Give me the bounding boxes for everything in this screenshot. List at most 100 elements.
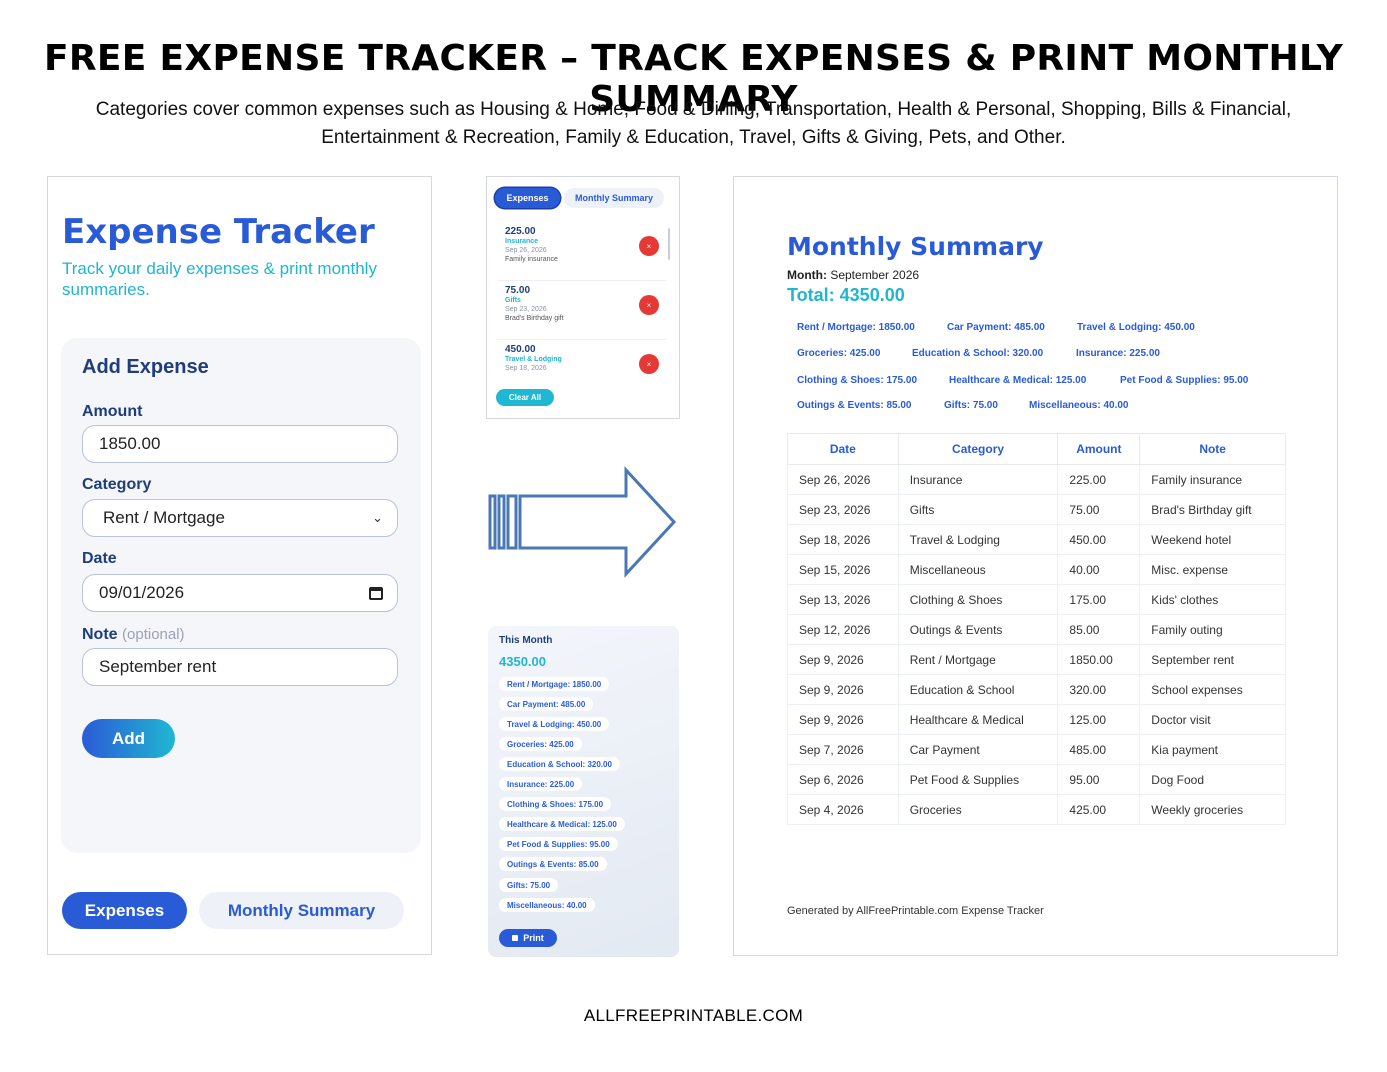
category-chip: Gifts: 75.00 [499, 878, 559, 892]
summary-category: Miscellaneous: 40.00 [1029, 400, 1129, 411]
item-date: Sep 18, 2026 [505, 365, 547, 372]
cell-amount: 225.00 [1057, 464, 1141, 495]
table-header-row: Date Category Amount Note [787, 433, 1286, 465]
column-header: Date [787, 433, 899, 465]
cell-category: Insurance [897, 464, 1059, 495]
table-row: Sep 15, 2026 Miscellaneous 40.00 Misc. expe… [787, 554, 1286, 585]
column-header: Amount [1057, 433, 1141, 465]
cell-category: Education & School [897, 674, 1059, 705]
list-item: 75.00 Gifts Sep 23, 2026 Brad's Birthday… [497, 285, 667, 340]
cell-amount: 125.00 [1057, 704, 1141, 735]
cell-note: Kia payment [1139, 734, 1286, 765]
category-label: Category [82, 476, 152, 493]
note-label-text: Note [82, 626, 118, 643]
close-icon: × [646, 241, 652, 251]
page-subtitle: Categories cover common expenses such as… [95, 99, 1292, 148]
table-row: Sep 12, 2026 Outings & Events 85.00 Family … [787, 614, 1286, 645]
cell-amount: 40.00 [1057, 554, 1141, 585]
cell-amount: 320.00 [1057, 674, 1141, 705]
table-row: Sep 9, 2026 Rent / Mortgage 1850.00 Septemb… [787, 644, 1286, 675]
note-optional-hint: (optional) [122, 626, 185, 643]
note-value: September rent [99, 657, 217, 676]
cell-amount: 485.00 [1057, 734, 1141, 765]
cell-category: Healthcare & Medical [897, 704, 1059, 735]
cell-note: Family outing [1139, 614, 1286, 645]
cell-date: Sep 7, 2026 [787, 734, 899, 765]
cell-date: Sep 9, 2026 [787, 704, 899, 735]
note-input[interactable]: September rent [82, 648, 398, 686]
category-chip: Healthcare & Medical: 125.00 [499, 817, 625, 831]
item-note: Brad's Birthday gift [505, 315, 564, 322]
list-item: 450.00 Travel & Lodging Sep 18, 2026 × [497, 344, 667, 376]
cell-category: Groceries [897, 794, 1059, 825]
app-title: Expense Tracker [62, 212, 375, 252]
category-chip: Education & School: 320.00 [499, 757, 620, 771]
category-chip: Insurance: 225.00 [499, 777, 583, 791]
this-month-title: This Month [499, 635, 553, 646]
summary-month-value: September 2026 [830, 268, 920, 282]
cell-date: Sep 26, 2026 [787, 464, 899, 495]
delete-button[interactable]: × [639, 236, 659, 256]
tab-monthly-summary[interactable]: Monthly Summary [199, 892, 404, 929]
cell-note: Brad's Birthday gift [1139, 494, 1286, 525]
calendar-icon[interactable] [369, 586, 383, 600]
amount-input[interactable]: 1850.00 [82, 425, 398, 463]
category-select[interactable]: Rent / Mortgage ⌄ [82, 499, 398, 537]
delete-button[interactable]: × [639, 295, 659, 315]
date-input[interactable]: 09/01/2026 [82, 574, 398, 612]
mini-tab-expenses[interactable]: Expenses [495, 188, 560, 208]
summary-category: Insurance: 225.00 [1076, 348, 1160, 359]
table-row: Sep 23, 2026 Gifts 75.00 Brad's Birthday gi… [787, 494, 1286, 525]
cell-category: Gifts [897, 494, 1059, 525]
item-category: Insurance [505, 238, 539, 245]
summary-month: Month: September 2026 [787, 268, 919, 282]
list-item: 225.00 Insurance Sep 26, 2026 Family ins… [497, 226, 667, 281]
cell-category: Car Payment [897, 734, 1059, 765]
table-row: Sep 6, 2026 Pet Food & Supplies 95.00 Dog F… [787, 764, 1286, 795]
cell-amount: 450.00 [1057, 524, 1141, 555]
summary-table: Date Category Amount Note Sep 26, 2026 In… [787, 433, 1286, 825]
mini-tab-monthly-summary[interactable]: Monthly Summary [564, 188, 664, 208]
cell-date: Sep 13, 2026 [787, 584, 899, 615]
amount-value: 1850.00 [99, 434, 161, 453]
cell-category: Clothing & Shoes [897, 584, 1059, 615]
category-chip: Rent / Mortgage: 1850.00 [499, 677, 610, 691]
tab-expenses[interactable]: Expenses [62, 892, 187, 929]
table-row: Sep 26, 2026 Insurance 225.00 Family insura… [787, 464, 1286, 495]
cell-amount: 175.00 [1057, 584, 1141, 615]
print-label: Print [523, 933, 544, 943]
table-row: Sep 18, 2026 Travel & Lodging 450.00 Weeken… [787, 524, 1286, 555]
chevron-down-icon: ⌄ [372, 510, 383, 525]
category-chip: Pet Food & Supplies: 95.00 [499, 837, 618, 851]
site-brand: ALLFREEPRINTABLE.COM [583, 1006, 804, 1025]
date-label: Date [82, 550, 117, 567]
close-icon: × [646, 359, 652, 369]
list-scrollbar[interactable] [668, 228, 670, 260]
print-icon [512, 935, 519, 941]
item-note: Family insurance [505, 256, 558, 263]
column-header: Note [1139, 433, 1286, 465]
summary-month-label: Month: [787, 268, 827, 282]
add-button[interactable]: Add [82, 719, 175, 758]
close-icon: × [646, 300, 652, 310]
cell-category: Miscellaneous [897, 554, 1059, 585]
category-chip: Outings & Events: 85.00 [499, 857, 607, 871]
summary-category: Outings & Events: 85.00 [797, 400, 912, 411]
cell-note: September rent [1139, 644, 1286, 675]
summary-category: Car Payment: 485.00 [947, 322, 1045, 333]
delete-button[interactable]: × [639, 354, 659, 374]
cell-date: Sep 23, 2026 [787, 494, 899, 525]
print-button[interactable]: Print [499, 929, 557, 947]
clear-all-button[interactable]: Clear All [496, 389, 554, 406]
column-header: Category [897, 433, 1059, 465]
table-row: Sep 13, 2026 Clothing & Shoes 175.00 Kids' … [787, 584, 1286, 615]
this-month-total: 4350.00 [499, 654, 546, 669]
item-amount: 225.00 [505, 226, 536, 237]
app-tagline: Track your daily expenses & print monthl… [62, 259, 377, 299]
cell-date: Sep 15, 2026 [787, 554, 899, 585]
cell-category: Rent / Mortgage [897, 644, 1059, 675]
cell-date: Sep 9, 2026 [787, 644, 899, 675]
cell-date: Sep 6, 2026 [787, 764, 899, 795]
cell-amount: 425.00 [1057, 794, 1141, 825]
summary-category: Groceries: 425.00 [797, 348, 881, 359]
